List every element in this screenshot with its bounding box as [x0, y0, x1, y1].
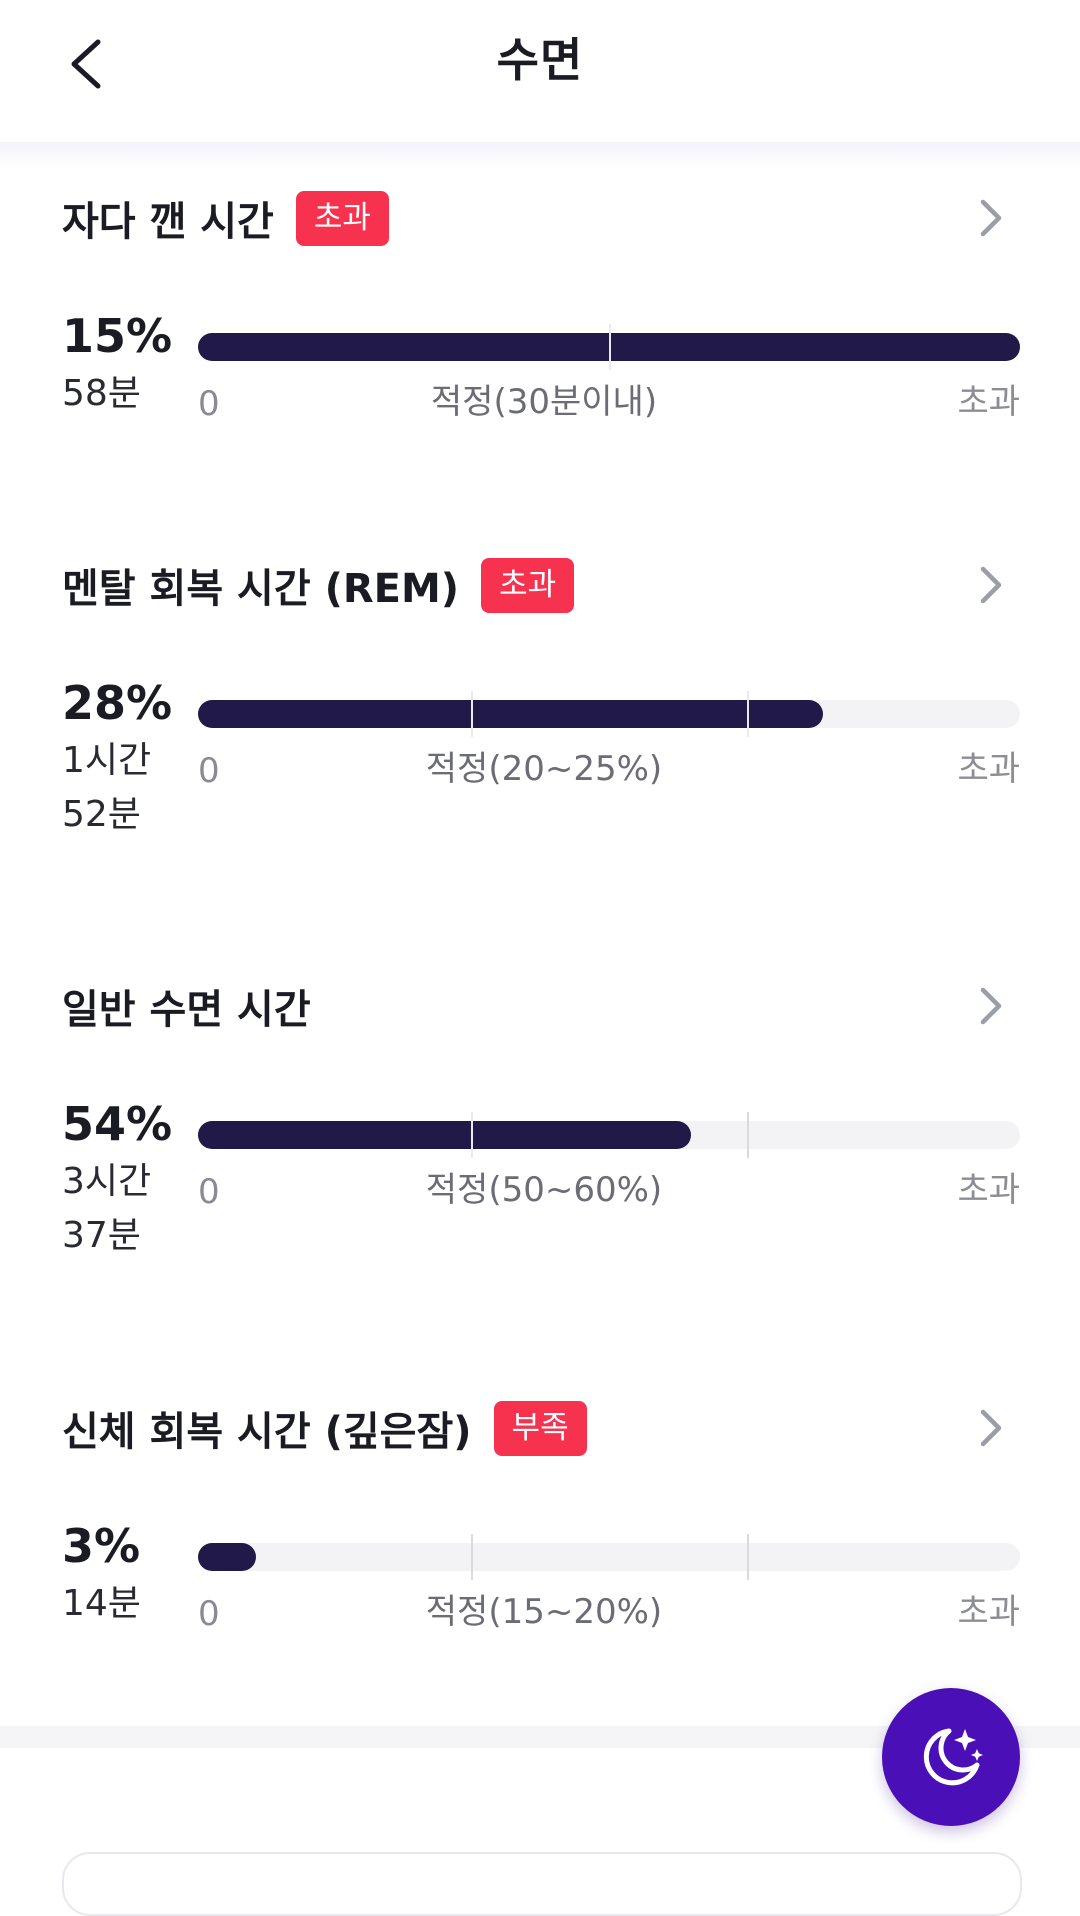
- section-title: 신체 회복 시간 (깊은잠) 부족: [62, 1395, 587, 1461]
- detail-chevron-button[interactable]: [966, 1403, 1016, 1453]
- progress-track: [198, 324, 1020, 370]
- sleep-mode-fab[interactable]: [882, 1688, 1020, 1826]
- section-deep-sleep-time: 신체 회복 시간 (깊은잠) 부족 3% 14분 0 적정(15~20%) 초과: [0, 1395, 1080, 1655]
- threshold-tick: [747, 1112, 749, 1158]
- chevron-right-icon: [980, 566, 1002, 604]
- duration-line: 37분: [62, 1215, 141, 1256]
- detail-chevron-button[interactable]: [966, 560, 1016, 610]
- threshold-tick: [471, 1534, 473, 1580]
- threshold-tick: [747, 1534, 749, 1580]
- scale-over-label: 초과: [957, 382, 1020, 422]
- header-bar: 수면: [0, 0, 1080, 142]
- chevron-right-icon: [980, 1409, 1002, 1447]
- detail-chevron-button[interactable]: [966, 193, 1016, 243]
- status-badge: 초과: [295, 190, 389, 246]
- status-badge: 부족: [493, 1400, 587, 1456]
- duration-value: 3시간 37분: [62, 1155, 172, 1263]
- section-title-text: 일반 수면 시간: [62, 987, 311, 1033]
- section-rem-time: 멘탈 회복 시간 (REM) 초과 28% 1시간 52분 0 적정(20~25…: [0, 552, 1080, 852]
- scale-over-label: 초과: [957, 1170, 1020, 1210]
- percent-value: 54%: [62, 1097, 173, 1151]
- section-title: 자다 깬 시간 초과: [62, 185, 389, 251]
- progress-fill: [198, 700, 823, 728]
- moon-stars-icon: [923, 1728, 983, 1786]
- chevron-right-icon: [980, 987, 1002, 1025]
- detail-chevron-button[interactable]: [966, 981, 1016, 1031]
- section-title: 일반 수면 시간: [62, 973, 311, 1039]
- duration-line: 52분: [62, 794, 141, 835]
- percent-value: 28%: [62, 676, 173, 730]
- progress-fill: [198, 1543, 256, 1571]
- section-title-text: 신체 회복 시간 (깊은잠): [62, 1409, 472, 1455]
- header-divider: [0, 142, 1080, 168]
- percent-value: 15%: [62, 309, 173, 363]
- section-title: 멘탈 회복 시간 (REM) 초과: [62, 552, 575, 618]
- scale-over-label: 초과: [957, 749, 1020, 789]
- percent-value: 3%: [62, 1519, 141, 1573]
- status-badge: 초과: [481, 557, 575, 613]
- section-title-text: 자다 깬 시간: [62, 199, 274, 245]
- section-title-text: 멘탈 회복 시간 (REM): [62, 566, 460, 612]
- scale-optimal-label: 적정(15~20%): [425, 1592, 663, 1632]
- threshold-tick: [471, 691, 473, 737]
- progress-track: [198, 691, 1020, 737]
- chevron-right-icon: [980, 199, 1002, 237]
- section-light-sleep-time: 일반 수면 시간 54% 3시간 37분 0 적정(50~60%) 초과: [0, 973, 1080, 1273]
- progress-track: [198, 1534, 1020, 1580]
- scale-optimal-label: 적정(30분이내): [430, 382, 658, 422]
- threshold-tick: [747, 691, 749, 737]
- progress-track: [198, 1112, 1020, 1158]
- duration-value: 1시간 52분: [62, 734, 172, 842]
- progress-fill: [198, 1121, 692, 1149]
- section-awake-time: 자다 깬 시간 초과 15% 58분 0 적정(30분이내) 초과: [0, 185, 1080, 445]
- scale-over-label: 초과: [957, 1592, 1020, 1632]
- bottom-card[interactable]: [62, 1852, 1022, 1916]
- threshold-tick: [609, 324, 611, 370]
- page-title: 수면: [496, 33, 584, 87]
- scale-optimal-label: 적정(50~60%): [425, 1170, 663, 1210]
- scale-optimal-label: 적정(20~25%): [425, 749, 663, 789]
- threshold-tick: [471, 1112, 473, 1158]
